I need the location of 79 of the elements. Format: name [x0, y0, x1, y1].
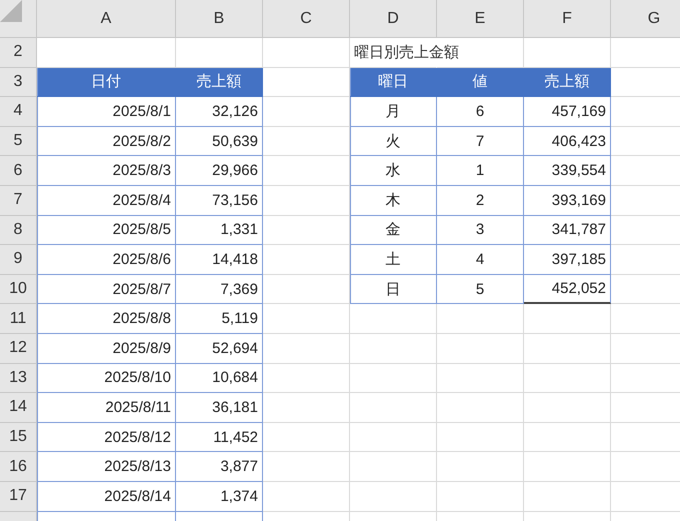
column-header[interactable]: F — [524, 0, 611, 38]
table-cell: 341,787 — [524, 216, 611, 246]
table-cell: 6 — [437, 97, 524, 127]
table-cell: 水 — [350, 156, 437, 186]
column-header[interactable]: G — [611, 0, 680, 38]
column-header[interactable]: D — [350, 0, 437, 38]
table-cell: 32,126 — [176, 97, 263, 127]
table-cell: 14,418 — [176, 245, 263, 275]
table-cell: 457,169 — [524, 97, 611, 127]
row-header[interactable]: 4 — [0, 97, 37, 127]
table-cell: 452,052 — [524, 274, 611, 304]
row-header[interactable]: 12 — [0, 334, 37, 364]
table-cell: 4 — [437, 245, 524, 275]
table-cell: 393,169 — [524, 186, 611, 216]
select-all-icon[interactable] — [0, 0, 22, 22]
row-header[interactable]: 3 — [0, 68, 37, 98]
row-header[interactable]: 13 — [0, 364, 37, 394]
table-cell: 29,966 — [176, 156, 263, 186]
row-header[interactable]: 7 — [0, 186, 37, 216]
column-heading: 値 — [437, 68, 524, 98]
row-header[interactable]: 11 — [0, 304, 37, 334]
column-header[interactable]: E — [437, 0, 524, 38]
table-cell: 2025/8/5 — [37, 216, 176, 246]
row-header[interactable]: 2 — [0, 38, 37, 68]
row-header[interactable]: 10 — [0, 274, 37, 304]
table-cell: 50,639 — [176, 126, 263, 156]
table-cell: 1,374 — [176, 482, 263, 512]
table-cell: 339,554 — [524, 156, 611, 186]
table-cell: 1,331 — [176, 216, 263, 246]
column-header[interactable]: A — [37, 0, 176, 38]
table-cell: 73,156 — [176, 186, 263, 216]
table-cell: 2 — [437, 186, 524, 216]
row-header[interactable]: 17 — [0, 482, 37, 512]
table-cell: 52,694 — [176, 334, 263, 364]
table-cell: 2025/8/12 — [37, 422, 176, 452]
table-cell: 5 — [437, 274, 524, 304]
column-heading: 日付 — [37, 68, 176, 98]
table-cell: 3,877 — [176, 452, 263, 482]
table-cell: 2025/8/14 — [37, 482, 176, 512]
table-cell: 金 — [350, 216, 437, 246]
table-cell: 日 — [350, 274, 437, 304]
column-heading: 売上額 — [176, 68, 263, 98]
table-cell: 2025/8/8 — [37, 304, 176, 334]
table-cell: 36,181 — [176, 393, 263, 423]
table-cell: 2025/8/9 — [37, 334, 176, 364]
table-cell: 3 — [437, 216, 524, 246]
table-cell: 7 — [437, 126, 524, 156]
row-header[interactable]: 15 — [0, 422, 37, 452]
table-cell: 1 — [437, 156, 524, 186]
table-cell: 2025/8/6 — [37, 245, 176, 275]
table-cell: 2025/8/1 — [37, 97, 176, 127]
table-cell: 2025/8/13 — [37, 452, 176, 482]
table-cell: 10,684 — [176, 364, 263, 394]
column-heading: 曜日 — [350, 68, 437, 98]
table-cell: 月 — [350, 97, 437, 127]
table-cell: 2025/8/2 — [37, 126, 176, 156]
column-header[interactable]: B — [176, 0, 263, 38]
table-cell: 2025/8/3 — [37, 156, 176, 186]
table-cell: 11,452 — [176, 422, 263, 452]
row-header[interactable]: 16 — [0, 452, 37, 482]
table-cell: 火 — [350, 126, 437, 156]
table-cell: 406,423 — [524, 126, 611, 156]
table-cell: 7,369 — [176, 274, 263, 304]
table-cell: 2025/8/4 — [37, 186, 176, 216]
column-header[interactable]: C — [263, 0, 350, 38]
row-header[interactable]: 14 — [0, 393, 37, 423]
row-header[interactable]: 8 — [0, 216, 37, 246]
table-cell: 397,185 — [524, 245, 611, 275]
table-cell: 5,119 — [176, 304, 263, 334]
table-cell: 木 — [350, 186, 437, 216]
table-cell: 2025/8/11 — [37, 393, 176, 423]
table-title: 曜日別売上金額 — [354, 42, 459, 62]
column-heading: 売上額 — [524, 68, 611, 98]
row-header[interactable]: 9 — [0, 245, 37, 275]
row-header[interactable]: 6 — [0, 156, 37, 186]
table-cell: 2025/8/7 — [37, 274, 176, 304]
row-header[interactable]: 5 — [0, 126, 37, 156]
table-cell: 土 — [350, 245, 437, 275]
table-cell: 2025/8/10 — [37, 364, 176, 394]
